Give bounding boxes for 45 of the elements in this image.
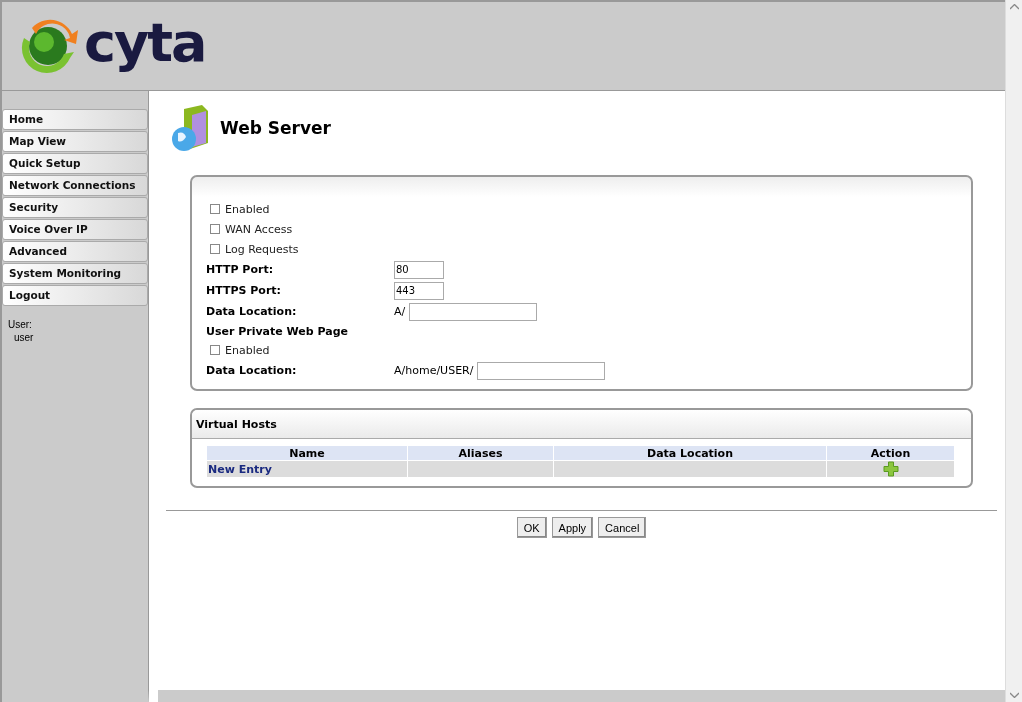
checkbox[interactable] [210,224,220,234]
brand-logo-text: cyta [84,16,206,70]
input-field[interactable] [477,361,606,380]
checkbox-label: Enabled [225,343,270,357]
nav-item[interactable]: Map View [2,131,148,152]
nav-item[interactable]: Network Connections [2,175,148,196]
field-label: HTTP Port: [206,263,275,276]
form-button[interactable]: Apply [551,517,594,538]
new-entry-link[interactable]: New Entry [207,462,272,476]
checkbox[interactable] [210,204,220,214]
field-label: Data Location: [206,305,298,318]
nav-item[interactable]: Home [2,109,148,130]
path-prefix: A/ [394,305,406,318]
column-header: Aliases [407,445,554,461]
input-field[interactable] [409,302,538,321]
checkbox[interactable] [210,244,220,254]
field-label: Data Location: [206,364,298,377]
page-title: Web Server [220,118,331,138]
checkbox-label: Log Requests [225,242,299,256]
checkbox[interactable] [210,345,220,355]
user-label: User: [8,319,33,330]
section-heading: User Private Web Page [206,324,349,338]
input-field[interactable]: 80 [394,260,444,279]
checkbox-label: WAN Access [225,222,293,236]
nav-item[interactable]: Quick Setup [2,153,148,174]
column-header: Data Location [553,445,827,461]
column-header: Action [826,445,955,461]
nav-item[interactable]: Security [2,197,148,218]
checkbox-label: Enabled [225,202,270,216]
input-field[interactable]: 443 [394,281,444,300]
add-icon[interactable] [882,461,899,477]
scroll-up-icon[interactable] [1009,4,1019,10]
user-name: user [13,332,35,343]
nav-item[interactable]: Advanced [2,241,148,262]
nav-item[interactable]: Logout [2,285,148,306]
nav-item[interactable]: Voice Over IP [2,219,148,240]
field-label: HTTPS Port: [206,284,282,297]
scrollbar[interactable] [1005,0,1022,702]
form-button[interactable]: OK [516,517,547,538]
form-button[interactable]: Cancel [598,517,647,538]
panel-title: Virtual Hosts [196,417,277,431]
path-prefix: A/home/USER/ [394,364,474,377]
nav-item[interactable]: System Monitoring [2,263,148,284]
scroll-down-icon[interactable] [1009,692,1019,698]
column-header: Name [206,445,408,461]
